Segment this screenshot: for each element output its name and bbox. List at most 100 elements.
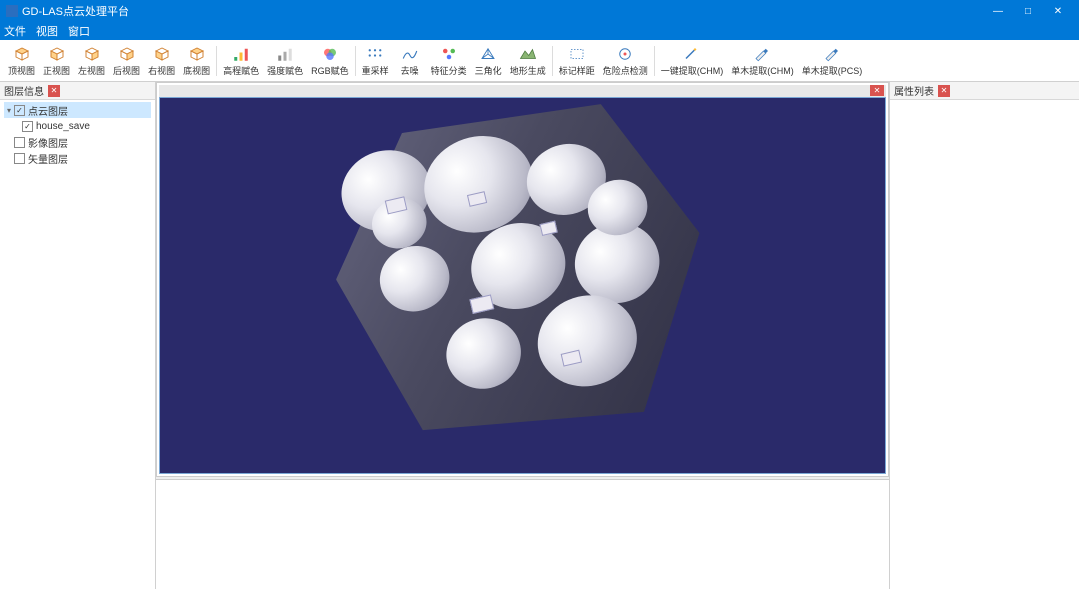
cube-back-icon [117,45,137,63]
checkbox-unchecked-icon[interactable] [14,153,25,164]
color-intensity-label: 强度赋色 [267,64,303,77]
layer-tree: ▾ ✓ 点云图层 ✓ house_save 影像图层 矢量图层 [0,100,155,168]
view-back-button[interactable]: 后视图 [109,41,144,81]
color-rgb-label: RGB赋色 [311,64,349,77]
toolbar-separator [355,46,356,76]
toolbar-group-views: 顶视图 正视图 左视图 后视图 右视图 底视图 [4,40,214,81]
denoise-label: 去噪 [401,64,419,77]
content-area: 图层信息 ✕ ▾ ✓ 点云图层 ✓ house_save 影像图层 [0,82,1079,589]
cube-top-icon [12,45,32,63]
terrain-label: 地形生成 [510,64,546,77]
pen2-icon [822,45,842,63]
view-right-label: 右视图 [148,64,175,77]
bottom-output-panel [156,479,889,589]
pen-icon [752,45,772,63]
danger-detect-label: 危险点检测 [603,64,648,77]
rgb-color-icon [320,45,340,63]
extract-single-pcs-button[interactable]: 单木提取(PCS) [798,41,867,81]
viewport-close-button[interactable]: ✕ [870,85,884,96]
checkbox-checked-icon[interactable]: ✓ [22,121,33,132]
toolbar-separator [654,46,655,76]
triangulate-label: 三角化 [475,64,502,77]
layers-panel-title: 图层信息 [4,83,44,98]
pointcloud-render [299,97,746,474]
intensity-color-icon [275,45,295,63]
classify-label: 特征分类 [431,64,467,77]
extract-onekey-button[interactable]: 一键提取(CHM) [657,41,728,81]
elevation-color-icon [231,45,251,63]
extract-single-chm-button[interactable]: 单木提取(CHM) [727,41,798,81]
classify-icon [439,45,459,63]
view-top-button[interactable]: 顶视图 [4,41,39,81]
attributes-panel-title: 属性列表 [894,83,934,98]
color-elevation-button[interactable]: 高程赋色 [219,41,263,81]
extract-onekey-label: 一键提取(CHM) [661,64,724,77]
extract-single-pcs-label: 单木提取(PCS) [802,64,863,77]
view-left-label: 左视图 [78,64,105,77]
view-bottom-label: 底视图 [183,64,210,77]
title-bar: GD-LAS点云处理平台 — □ ✕ [0,0,1079,22]
maximize-button[interactable]: □ [1013,0,1043,22]
view-right-button[interactable]: 右视图 [144,41,179,81]
layers-panel-close-button[interactable]: ✕ [48,85,60,97]
view-left-button[interactable]: 左视图 [74,41,109,81]
toolbar-separator [552,46,553,76]
color-intensity-button[interactable]: 强度赋色 [263,41,307,81]
layers-panel-header: 图层信息 ✕ [0,82,155,100]
expand-icon[interactable]: ▾ [4,106,14,115]
denoise-icon [400,45,420,63]
cube-right-icon [152,45,172,63]
toolbar-group-process: 重采样 去噪 特征分类 三角化 地形生成 [358,40,550,81]
viewport-tabbar: ✕ [159,85,886,97]
toolbar-group-mark: 标记样距 危险点检测 [555,40,652,81]
denoise-button[interactable]: 去噪 [393,41,427,81]
toolbar-group-color: 高程赋色 强度赋色 RGB赋色 [219,40,353,81]
resample-label: 重采样 [362,64,389,77]
wand-icon [682,45,702,63]
classify-button[interactable]: 特征分类 [427,41,471,81]
toolbar: 顶视图 正视图 左视图 后视图 右视图 底视图 高程赋色 强 [0,40,1079,82]
danger-icon [615,45,635,63]
cube-bottom-icon [187,45,207,63]
menu-view[interactable]: 视图 [36,23,58,39]
mark-sample-label: 标记样距 [559,64,595,77]
viewport-container: ✕ [156,82,889,477]
tree-node-pointcloud[interactable]: ▾ ✓ 点云图层 [4,102,151,118]
checkbox-unchecked-icon[interactable] [14,137,25,148]
minimize-button[interactable]: — [983,0,1013,22]
toolbar-group-extract: 一键提取(CHM) 单木提取(CHM) 单木提取(PCS) [657,40,867,81]
tree-node-label: 矢量图层 [28,151,68,166]
close-button[interactable]: ✕ [1043,0,1073,22]
extract-single-chm-label: 单木提取(CHM) [731,64,794,77]
terrain-button[interactable]: 地形生成 [506,41,550,81]
attributes-panel-close-button[interactable]: ✕ [938,85,950,97]
menu-file[interactable]: 文件 [4,23,26,39]
tree-node-vector[interactable]: 矢量图层 [4,150,151,166]
mark-sample-icon [567,45,587,63]
view-front-button[interactable]: 正视图 [39,41,74,81]
terrain-icon [518,45,538,63]
3d-viewport[interactable] [159,97,886,474]
tree-node-label: 点云图层 [28,103,68,118]
color-elevation-label: 高程赋色 [223,64,259,77]
checkbox-checked-icon[interactable]: ✓ [14,105,25,116]
resample-button[interactable]: 重采样 [358,41,393,81]
color-rgb-button[interactable]: RGB赋色 [307,41,353,81]
tree-node-label: 影像图层 [28,135,68,150]
layers-panel: 图层信息 ✕ ▾ ✓ 点云图层 ✓ house_save 影像图层 [0,82,156,589]
tree-node-house-save[interactable]: ✓ house_save [4,118,151,134]
tree-node-label: house_save [36,121,90,132]
triangulate-button[interactable]: 三角化 [471,41,506,81]
danger-detect-button[interactable]: 危险点检测 [599,41,652,81]
menu-bar: 文件 视图 窗口 [0,22,1079,40]
attributes-panel-body [890,100,1079,589]
view-bottom-button[interactable]: 底视图 [179,41,214,81]
mark-sample-button[interactable]: 标记样距 [555,41,599,81]
resample-icon [365,45,385,63]
tree-node-image[interactable]: 影像图层 [4,134,151,150]
triangulate-icon [478,45,498,63]
view-top-label: 顶视图 [8,64,35,77]
menu-window[interactable]: 窗口 [68,23,90,39]
cube-front-icon [47,45,67,63]
window-buttons: — □ ✕ [983,0,1073,22]
